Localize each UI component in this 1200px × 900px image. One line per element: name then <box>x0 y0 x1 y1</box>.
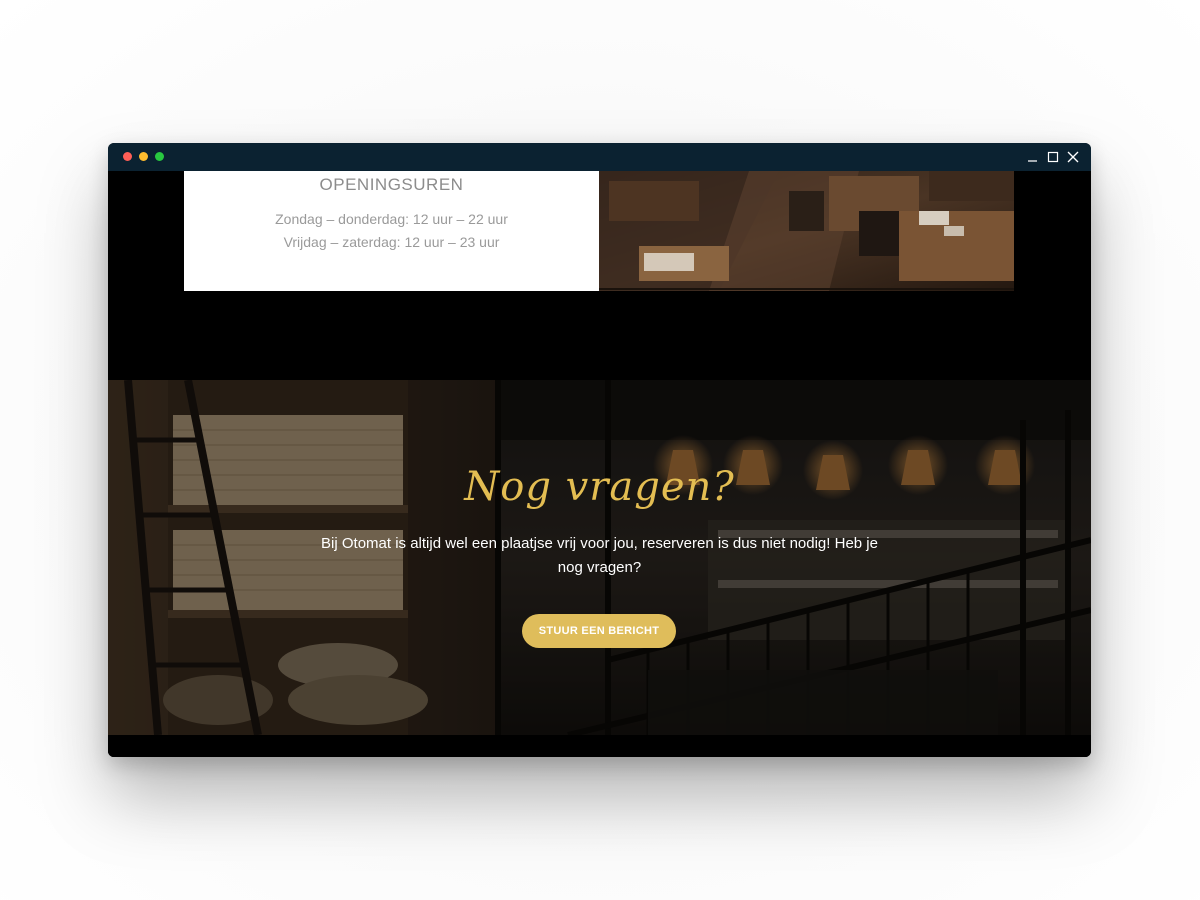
browser-window: OPENINGSUREN Zondag – donderdag: 12 uur … <box>108 143 1091 757</box>
contact-cta-section: Nog vragen? Bij Otomat is altijd wel een… <box>108 380 1091 735</box>
send-message-button[interactable]: STUUR EEN BERICHT <box>522 614 676 648</box>
opening-hours-line: Vrijdag – zaterdag: 12 uur – 23 uur <box>283 234 500 250</box>
cta-heading: Nog vragen? <box>464 464 735 510</box>
opening-hours-title: OPENINGSUREN <box>319 175 464 194</box>
opening-hours-card: OPENINGSUREN Zondag – donderdag: 12 uur … <box>184 171 599 291</box>
cta-description: Bij Otomat is altijd wel een plaatjse vr… <box>321 535 878 576</box>
minimize-icon[interactable] <box>1026 150 1040 164</box>
page-viewport: OPENINGSUREN Zondag – donderdag: 12 uur … <box>108 171 1091 757</box>
page-bottom-strip <box>108 735 1091 757</box>
close-icon[interactable] <box>1066 150 1080 164</box>
minimize-dot-icon[interactable] <box>139 152 148 161</box>
close-dot-icon[interactable] <box>123 152 132 161</box>
maximize-icon[interactable] <box>1046 150 1060 164</box>
window-titlebar <box>108 143 1091 171</box>
maximize-dot-icon[interactable] <box>155 152 164 161</box>
restaurant-interior-photo <box>599 171 1014 291</box>
opening-hours-line: Zondag – donderdag: 12 uur – 22 uur <box>275 211 508 227</box>
